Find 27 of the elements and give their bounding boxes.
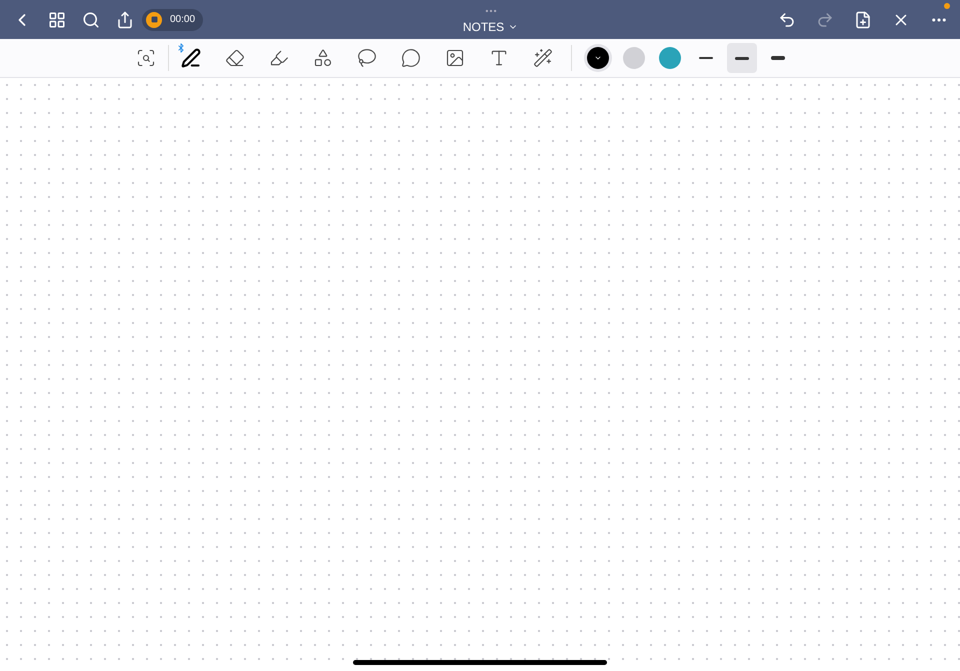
lasso-icon	[357, 48, 377, 68]
search-icon[interactable]	[82, 10, 100, 28]
image-icon	[445, 48, 465, 68]
add-page-icon[interactable]	[854, 10, 872, 28]
grid-icon[interactable]	[48, 10, 66, 28]
record-icon	[146, 12, 162, 28]
share-icon[interactable]	[116, 10, 134, 28]
recording-timer[interactable]: 00:00	[142, 8, 204, 30]
color-swatch[interactable]	[587, 47, 609, 69]
undo-icon[interactable]	[778, 10, 796, 28]
zoom-icon	[136, 48, 156, 68]
color-swatch[interactable]	[659, 47, 681, 69]
bluetooth-icon	[176, 43, 186, 53]
shapes-icon	[313, 48, 333, 68]
line-width-icon	[771, 56, 785, 60]
eraser-icon	[225, 48, 245, 68]
line-width-icon	[699, 57, 713, 59]
color-swatch[interactable]	[623, 47, 645, 69]
highlighter-icon	[269, 48, 289, 68]
stroke-width-button[interactable]	[727, 43, 757, 73]
notebook-title[interactable]: NOTES	[462, 18, 518, 36]
speech-bubble-icon	[401, 48, 421, 68]
line-width-icon	[735, 56, 749, 60]
text-box-icon	[489, 48, 509, 68]
wand-icon	[533, 48, 553, 68]
pen-icon	[181, 48, 201, 68]
chevron-down-icon	[594, 54, 602, 62]
